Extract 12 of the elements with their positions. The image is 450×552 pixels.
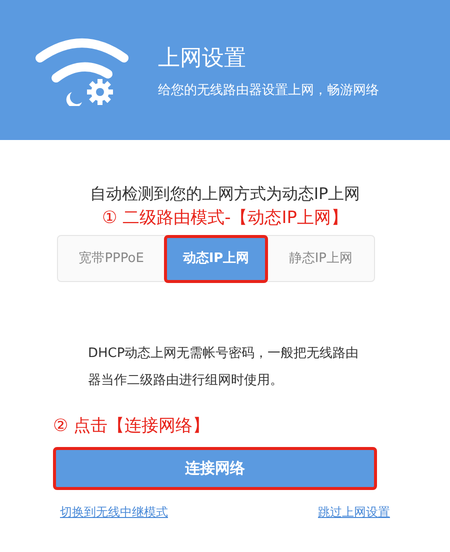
annotation-text: ② 点击【连接网络】 bbox=[53, 418, 211, 435]
link[interactable]: 切换到无线中继模式 bbox=[60, 503, 168, 521]
mode-tab[interactable]: 动态IP上网 bbox=[164, 234, 268, 282]
annotation-text: ① 二级路由模式-【动态IP上网】 bbox=[102, 210, 348, 227]
page-subtitle: 给您的无线路由器设置上网，畅游网络 bbox=[158, 84, 379, 96]
mode-tab[interactable]: 宽带PPPoE bbox=[59, 234, 164, 282]
page-title: 上网设置 bbox=[158, 48, 247, 70]
connect-button[interactable]: 连接网络 bbox=[53, 447, 377, 490]
link[interactable]: 跳过上网设置 bbox=[318, 503, 390, 521]
detection-message: 自动检测到您的上网方式为动态IP上网 bbox=[90, 186, 360, 202]
mode-tab[interactable]: 静态IP上网 bbox=[268, 234, 373, 282]
mode-description: DHCP动态上网无需帐号密码，一般把无线路由器当作二级路由进行组网时使用。 bbox=[88, 345, 360, 390]
